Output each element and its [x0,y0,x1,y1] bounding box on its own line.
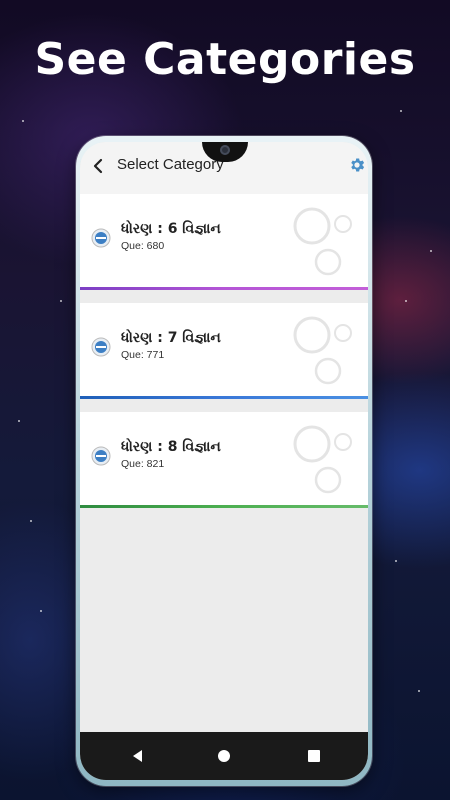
category-title: ધોરણ : 6 વિજ્ઞાન [121,221,221,237]
category-title: ધોરણ : 8 વિજ્ઞાન [121,439,221,455]
question-count: Que: 680 [121,240,165,252]
nav-recents-icon[interactable] [304,746,324,766]
question-count: Que: 821 [121,458,165,470]
category-card[interactable]: ધોરણ : 6 વિજ્ઞાન Que: 680 [80,194,368,290]
quiz-logo-icon [91,337,111,357]
card-accent-line [80,505,368,508]
gear-icon[interactable] [348,156,366,174]
nav-back-icon[interactable] [128,746,148,766]
bubble-decoration [290,204,362,284]
category-card[interactable]: ધોરણ : 8 વિજ્ઞાન Que: 821 [80,412,368,508]
category-title: ધોરણ : 7 વિજ્ઞાન [121,330,221,346]
app-screen: Select Category ધોરણ : 6 વિજ્ઞાન Que: 68… [80,142,368,780]
question-count: Que: 771 [121,349,165,361]
category-card[interactable]: ધોરણ : 7 વિજ્ઞાન Que: 771 [80,303,368,399]
android-nav-bar [80,732,368,780]
quiz-logo-icon [91,228,111,248]
card-accent-line [80,287,368,290]
card-accent-line [80,396,368,399]
bubble-decoration [290,313,362,393]
camera-icon [220,145,230,155]
bubble-decoration [290,422,362,502]
headline: See Categories [34,34,416,85]
phone-frame: Select Category ધોરણ : 6 વિજ્ઞાન Que: 68… [76,136,372,786]
chevron-left-icon[interactable] [88,156,108,176]
quiz-logo-icon [91,446,111,466]
nav-home-icon[interactable] [214,746,234,766]
page-title: Select Category [117,156,224,173]
